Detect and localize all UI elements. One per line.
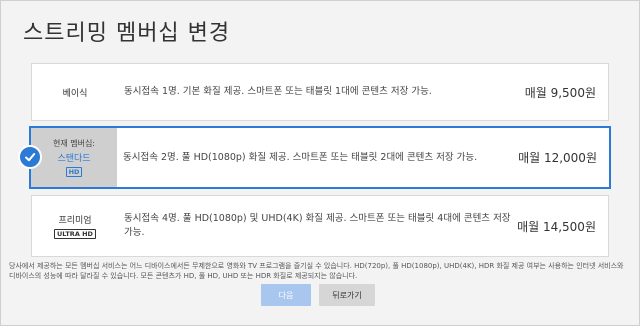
plan-name-cell: 베이식 — [32, 64, 118, 120]
plan-name: 스탠다드 — [57, 154, 91, 164]
plan-price: 매월 12,000원 — [518, 151, 597, 165]
plan-description: 동시접속 2명. 풀 HD(1080p) 화질 제공. 스마트폰 또는 태블릿 … — [123, 151, 478, 163]
back-button[interactable]: 뒤로가기 — [319, 284, 375, 306]
ultra-hd-badge: ULTRA HD — [54, 229, 96, 239]
plan-description: 동시접속 4명. 풀 HD(1080p) 및 UHD(4K) 화질 제공. 스마… — [124, 213, 511, 238]
plan-name: 프리미엄 — [58, 216, 92, 226]
plan-name-cell: 현재 멤버십: 스탠다드 HD — [31, 128, 117, 187]
plan-footnote: 당사에서 제공하는 모든 멤버십 서비스는 어느 디바이스에서든 무제한으로 영… — [9, 262, 624, 280]
next-button[interactable]: 다음 — [261, 284, 311, 306]
plan-description: 동시접속 1명. 기본 화질 제공. 스마트폰 또는 태블릿 1대에 콘텐츠 저… — [124, 86, 432, 97]
dialog-title: 스트리밍 멤버십 변경 — [23, 21, 231, 46]
checkmark-icon — [18, 145, 42, 169]
plan-option-basic[interactable]: 베이식 동시접속 1명. 기본 화질 제공. 스마트폰 또는 태블릿 1대에 콘… — [31, 63, 609, 121]
plan-price: 매월 14,500원 — [517, 219, 596, 234]
hd-badge: HD — [65, 167, 83, 177]
plan-name: 베이식 — [62, 88, 88, 99]
current-plan-label: 현재 멤버십: — [52, 139, 96, 148]
plan-name-cell: 프리미엄 ULTRA HD — [32, 196, 118, 256]
plan-option-premium[interactable]: 프리미엄 ULTRA HD 동시접속 4명. 풀 HD(1080p) 및 UHD… — [31, 195, 609, 257]
plan-option-standard[interactable]: 현재 멤버십: 스탠다드 HD 동시접속 2명. 풀 HD(1080p) 화질 … — [29, 126, 611, 189]
change-plan-dialog: 스트리밍 멤버십 변경 베이식 동시접속 1명. 기본 화질 제공. 스마트폰 … — [0, 0, 640, 326]
plan-price: 매월 9,500원 — [524, 85, 596, 100]
